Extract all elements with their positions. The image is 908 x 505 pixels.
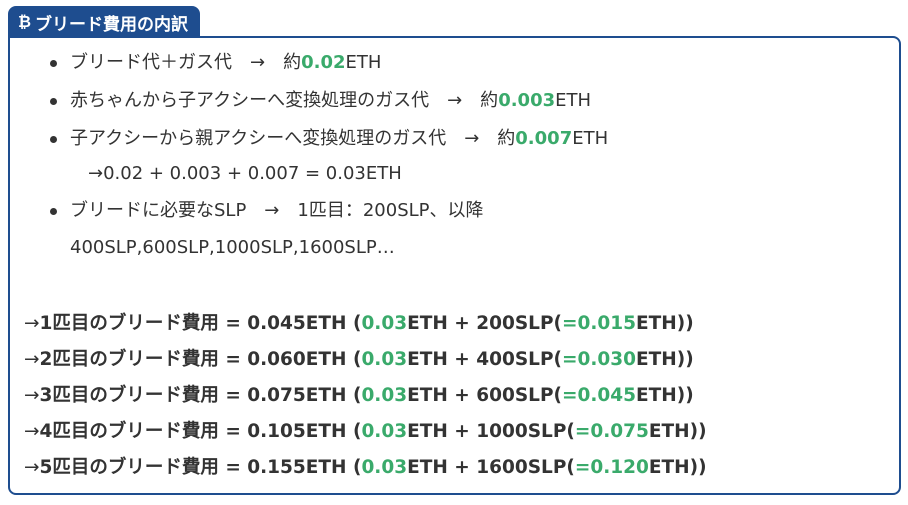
list-item: ブリードに必要なSLP → 1匹目：200SLP、以降	[38, 192, 608, 230]
box-title-tab: ₿ ブリード費用の内訳	[8, 6, 201, 38]
summary-row: →1匹目のブリード費用 = 0.045ETH (0.03ETH + 200SLP…	[24, 313, 694, 334]
box-title: ブリード費用の内訳	[35, 14, 189, 35]
summary-row: →4匹目のブリード費用 = 0.105ETH (0.03ETH + 1000SL…	[24, 421, 707, 442]
summary-row: →5匹目のブリード費用 = 0.155ETH (0.03ETH + 1600SL…	[24, 457, 707, 478]
slp-continuation: 400SLP,600SLP,1000SLP,1600SLP…	[70, 237, 395, 258]
list-item: 子アクシーから親アクシーへ変換処理のガス代 → 約0.007ETH	[38, 120, 608, 158]
bitcoin-icon: ₿	[18, 12, 32, 31]
summary-row: →2匹目のブリード費用 = 0.060ETH (0.03ETH + 400SLP…	[24, 349, 694, 370]
cost-breakdown-list: ブリード代＋ガス代 → 約0.02ETH 赤ちゃんから子アクシーへ変換処理のガス…	[38, 44, 608, 266]
gas-total-calculation: →0.02 + 0.003 + 0.007 = 0.03ETH	[88, 163, 402, 184]
summary-row: →3匹目のブリード費用 = 0.075ETH (0.03ETH + 600SLP…	[24, 385, 694, 406]
list-item: ブリード代＋ガス代 → 約0.02ETH	[38, 44, 608, 82]
breed-cost-summary: →1匹目のブリード費用 = 0.045ETH (0.03ETH + 200SLP…	[24, 306, 707, 486]
list-item: 赤ちゃんから子アクシーへ変換処理のガス代 → 約0.003ETH	[38, 82, 608, 120]
